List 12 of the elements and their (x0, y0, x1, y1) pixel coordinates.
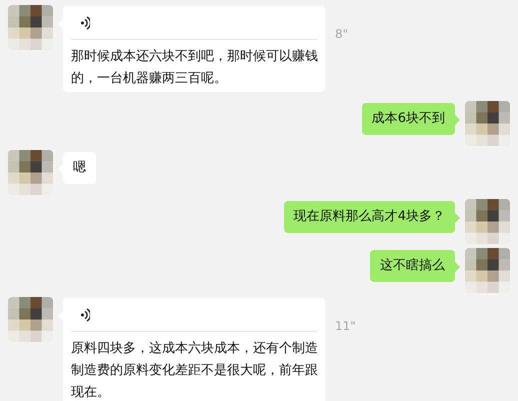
voice-transcript: 那时候成本还六块不到吧，那时候可以赚钱的，一台机器赚两三百呢。 (71, 49, 318, 86)
message-bubble: 成本6块不到 (362, 103, 455, 135)
voice-icon (81, 308, 90, 322)
voice-transcript: 原料四块多，这成本六块成本，还有个制造制造费的原料变化差距不是很大呢，前年跟现在。 (71, 341, 318, 400)
message-bubble: 这不瞎搞么 (370, 250, 455, 282)
message-bubble: 嗯 (63, 152, 96, 184)
voice-message-bubble[interactable]: 那时候成本还六块不到吧，那时候可以赚钱的，一台机器赚两三百呢。 (63, 6, 325, 92)
voice-icon (81, 16, 90, 30)
voice-duration: 11" (335, 319, 356, 333)
voice-duration: 8" (335, 27, 348, 41)
voice-message-bubble[interactable]: 原料四块多，这成本六块成本，还有个制造制造费的原料变化差距不是很大呢，前年跟现在。 (63, 298, 325, 401)
message-bubble: 现在原料那么高才4块多？ (284, 201, 455, 233)
